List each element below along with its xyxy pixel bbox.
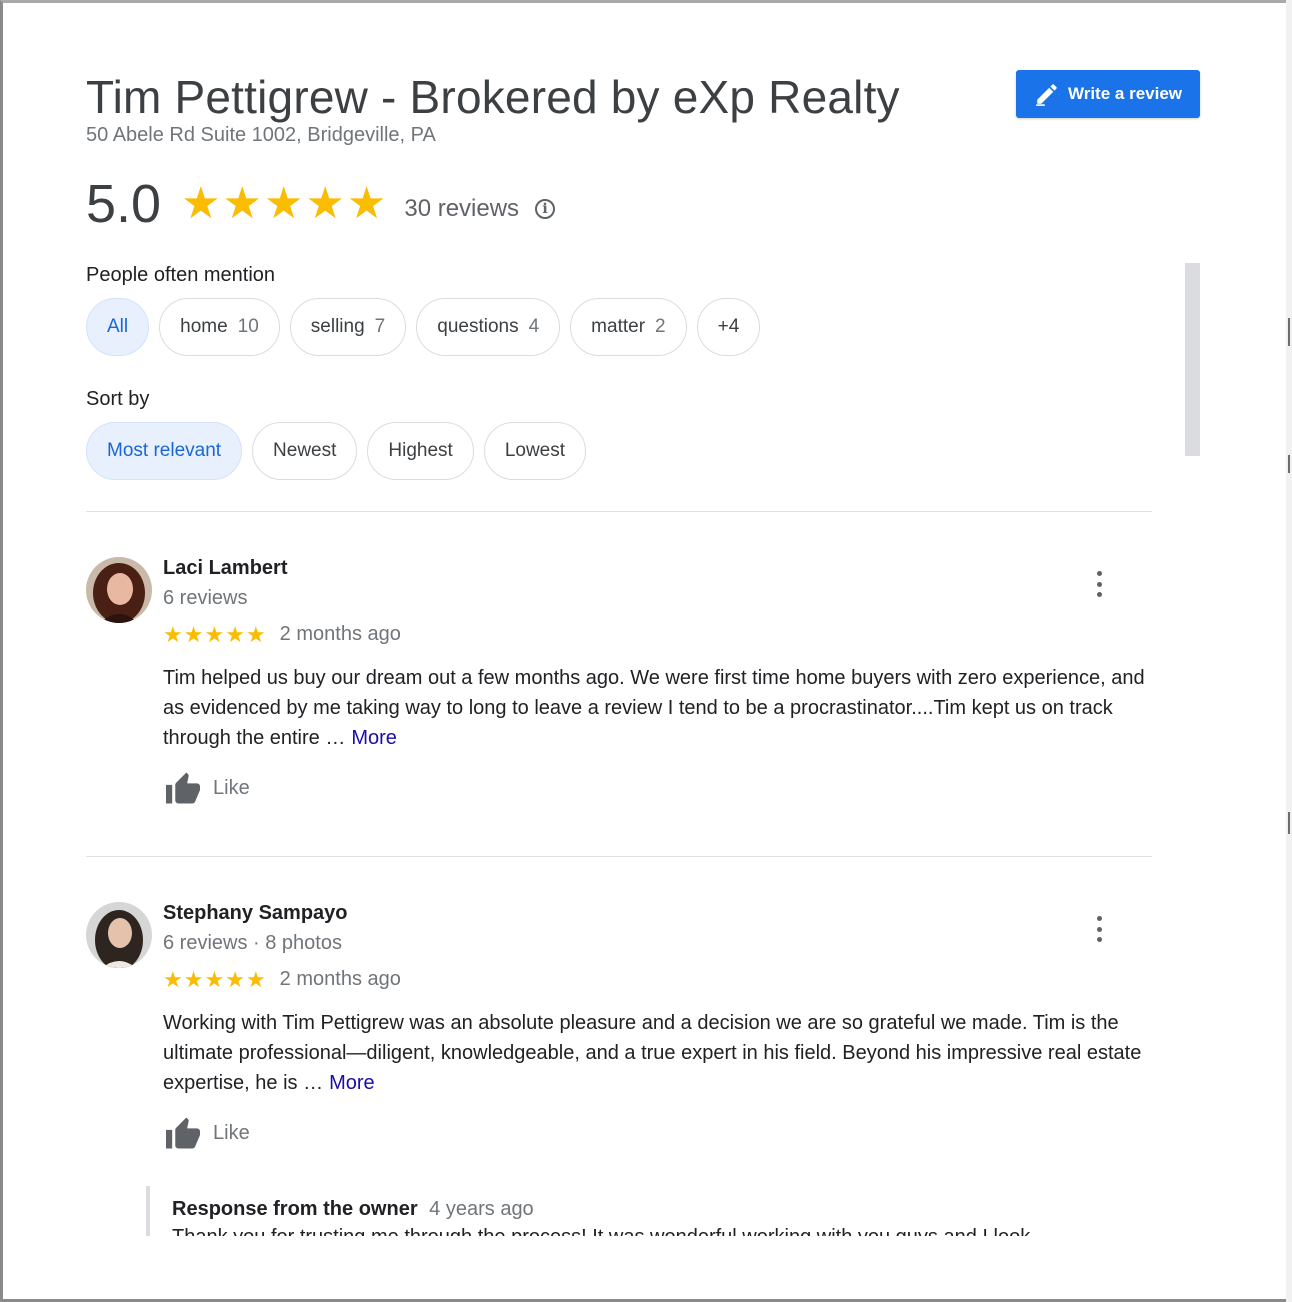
mention-chip-all[interactable]: All xyxy=(86,298,150,356)
like-label: Like xyxy=(213,1121,250,1144)
rating-score: 5.0 xyxy=(86,174,162,234)
star-icon: ★ xyxy=(222,179,262,228)
divider xyxy=(86,511,1152,512)
review-author[interactable]: Stephany Sampayo xyxy=(163,902,348,925)
star-icon: ★ xyxy=(181,179,221,228)
like-button[interactable]: Like xyxy=(163,1116,250,1150)
divider xyxy=(86,856,1152,857)
mention-count: 4 xyxy=(528,316,540,337)
mention-count: 2 xyxy=(655,316,666,337)
write-review-button[interactable]: Write a review xyxy=(1016,70,1200,118)
business-title: Tim Pettigrew - Brokered by eXp Realty xyxy=(86,71,900,123)
review-rating: ★ ★ ★ ★ ★ 2 months ago xyxy=(163,968,401,991)
mention-count: 7 xyxy=(374,316,386,337)
review-date: 2 months ago xyxy=(279,623,401,645)
sort-options: Most relevant Newest Highest Lowest xyxy=(86,422,587,480)
mention-count: 10 xyxy=(237,316,259,337)
sort-label: Sort by xyxy=(86,388,150,410)
owner-response-time: 4 years ago xyxy=(429,1198,534,1220)
mention-chips: All home 10 selling 7 questions 4 matter… xyxy=(86,298,761,356)
sort-lowest[interactable]: Lowest xyxy=(483,422,587,480)
avatar[interactable] xyxy=(86,902,152,968)
info-icon[interactable]: i xyxy=(535,199,556,219)
rating-summary: 5.0 ★ ★ ★ ★ ★ 30 reviews i xyxy=(86,174,556,234)
window-edge xyxy=(1286,0,1292,1302)
review-item: Stephany Sampayo 6 reviews · 8 photos ★ … xyxy=(86,902,1152,1172)
star-icon: ★ xyxy=(183,966,204,992)
review-text: Working with Tim Pettigrew was an absolu… xyxy=(163,1012,1142,1094)
pencil-icon xyxy=(1034,81,1060,107)
star-icon: ★ xyxy=(225,621,245,647)
review-author-meta: 6 reviews · 8 photos xyxy=(163,932,342,954)
thumb-up-icon xyxy=(163,1116,203,1150)
sort-newest[interactable]: Newest xyxy=(252,422,358,480)
star-icon: ★ xyxy=(245,966,266,992)
mentions-label: People often mention xyxy=(86,264,276,286)
star-icon: ★ xyxy=(263,179,304,228)
star-icon: ★ xyxy=(163,966,183,992)
review-stars: ★ ★ ★ ★ ★ xyxy=(163,621,266,647)
mention-chip-more[interactable]: +4 xyxy=(696,298,761,356)
scrollbar-thumb[interactable] xyxy=(1185,263,1200,456)
review-item: Laci Lambert 6 reviews ★ ★ ★ ★ ★ 2 month… xyxy=(86,557,1152,817)
review-text: Tim helped us buy our dream out a few mo… xyxy=(163,667,1145,749)
thumb-up-icon xyxy=(163,771,203,805)
review-count: 30 reviews xyxy=(404,195,520,222)
owner-response-text: Thank you for trusting me through the pr… xyxy=(172,1226,1030,1236)
like-label: Like xyxy=(213,776,250,799)
star-icon: ★ xyxy=(204,621,225,647)
star-icon: ★ xyxy=(204,966,225,992)
review-date: 2 months ago xyxy=(279,968,401,990)
star-icon: ★ xyxy=(183,621,204,647)
owner-response-label: Response from the owner xyxy=(172,1198,418,1220)
avatar[interactable] xyxy=(86,557,152,623)
business-address: 50 Abele Rd Suite 1002, Bridgeville, PA xyxy=(86,124,436,146)
sort-highest[interactable]: Highest xyxy=(367,422,474,480)
like-button[interactable]: Like xyxy=(163,771,250,805)
mention-chip-home[interactable]: home 10 xyxy=(159,298,280,356)
review-author-meta: 6 reviews xyxy=(163,587,248,609)
star-icon: ★ xyxy=(346,179,387,228)
review-author[interactable]: Laci Lambert xyxy=(163,557,287,580)
star-icon: ★ xyxy=(163,621,183,647)
review-rating: ★ ★ ★ ★ ★ 2 months ago xyxy=(163,623,401,646)
more-link[interactable]: More xyxy=(329,1072,375,1094)
sort-most-relevant[interactable]: Most relevant xyxy=(86,422,243,480)
more-vert-icon[interactable] xyxy=(1089,916,1109,942)
more-link[interactable]: More xyxy=(351,727,397,749)
review-stars: ★ ★ ★ ★ ★ xyxy=(163,966,266,992)
more-vert-icon[interactable] xyxy=(1089,571,1109,597)
mention-chip-matter[interactable]: matter 2 xyxy=(570,298,687,356)
owner-response-header: Response from the owner 4 years ago xyxy=(172,1198,534,1221)
owner-response: Response from the owner 4 years ago Than… xyxy=(146,1186,1130,1236)
star-icon: ★ xyxy=(305,179,345,228)
rating-stars: ★ ★ ★ ★ ★ xyxy=(181,182,386,226)
write-review-label: Write a review xyxy=(1067,84,1183,103)
star-icon: ★ xyxy=(225,966,245,992)
mention-chip-selling[interactable]: selling 7 xyxy=(289,298,407,356)
mention-chip-questions[interactable]: questions 4 xyxy=(416,298,561,356)
star-icon: ★ xyxy=(245,621,266,647)
